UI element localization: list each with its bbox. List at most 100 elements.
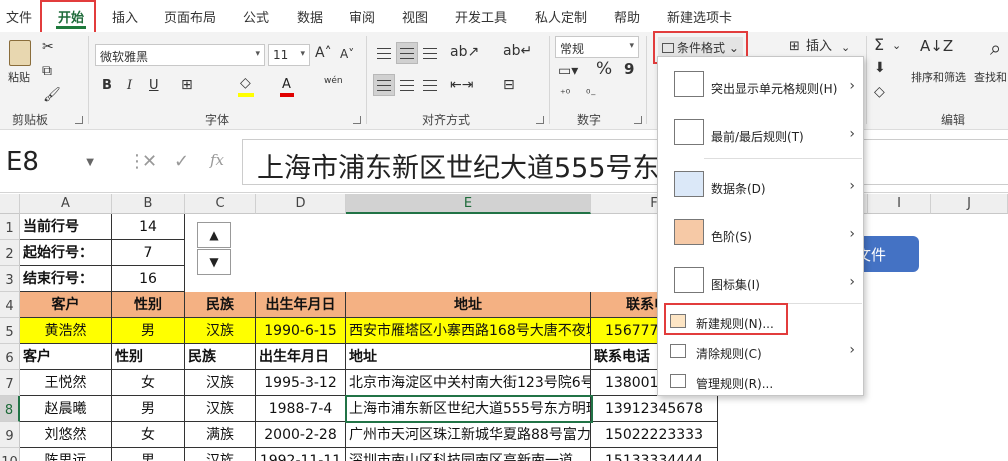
table-cell[interactable]: 深圳市南山区科技园南区高新南一道 (346, 448, 591, 461)
tab-insert[interactable]: 插入 (112, 7, 138, 26)
table-cell[interactable]: 15133334444 (591, 448, 718, 461)
indent-icon[interactable]: ⇤⇥ (450, 78, 473, 92)
header-customer[interactable]: 客户 (20, 292, 112, 318)
subheader-customer[interactable]: 客户 (20, 344, 112, 370)
table-cell[interactable]: 15022223333 (591, 422, 718, 448)
fill-color-icon[interactable]: ◇ (240, 76, 251, 90)
clipboard-launcher-icon[interactable] (75, 116, 83, 124)
italic-button[interactable]: I (127, 79, 132, 92)
format-painter-icon[interactable]: 🖌 (43, 88, 61, 102)
row-header-8[interactable]: 8 (0, 396, 20, 422)
autosum-dropdown-icon[interactable]: ⌄ (892, 40, 901, 51)
subheader-ethnicity[interactable]: 民族 (185, 344, 256, 370)
table-cell[interactable]: 1995-3-12 (256, 370, 346, 396)
grow-font-icon[interactable]: A˄ (315, 46, 332, 60)
align-top-icon[interactable] (373, 42, 395, 64)
font-size-select[interactable]: 11 ▾ (268, 44, 310, 66)
menu-item-clear-rules[interactable]: 清除规则(C) › (658, 337, 863, 365)
border-icon[interactable]: ⊞ (181, 78, 193, 92)
insert-cells-label[interactable]: 插入 (806, 40, 832, 53)
table-cell[interactable]: 王悦然 (20, 370, 112, 396)
table-cell[interactable]: 1992-11-11 (256, 448, 346, 461)
column-header-d[interactable]: D (256, 194, 346, 214)
row-header-4[interactable]: 4 (0, 292, 20, 318)
value-start-row[interactable]: 7 (112, 240, 185, 266)
header-address[interactable]: 地址 (346, 292, 591, 318)
menu-item-top-bottom[interactable]: 最前/最后规则(T) › (658, 111, 863, 155)
sort-filter-label[interactable]: 排序和筛选 (911, 72, 966, 83)
table-cell[interactable]: 男 (112, 448, 185, 461)
copy-icon[interactable]: ⧉ (42, 64, 52, 78)
font-name-select[interactable]: 微软雅黑 ▾ (95, 44, 265, 66)
tab-page-layout[interactable]: 页面布局 (164, 7, 216, 26)
table-cell[interactable]: 1988-7-4 (256, 396, 346, 422)
align-bottom-icon[interactable] (419, 42, 441, 64)
enter-icon[interactable]: ✓ (174, 151, 189, 172)
menu-item-manage-rules[interactable]: 管理规则(R)... (658, 367, 863, 395)
font-color-icon[interactable]: A (282, 78, 291, 91)
column-header-a[interactable]: A (20, 194, 112, 214)
merge-cells-icon[interactable]: ⊟ (503, 78, 515, 92)
menu-item-data-bars[interactable]: 数据条(D) › (658, 162, 863, 208)
column-header-c[interactable]: C (185, 194, 256, 214)
tab-formulas[interactable]: 公式 (243, 7, 269, 26)
increase-decimal-icon[interactable]: ⁺⁰ (560, 88, 570, 99)
table-cell[interactable]: 女 (112, 370, 185, 396)
table-cell[interactable]: 满族 (185, 422, 256, 448)
insert-cells-icon[interactable]: ⊞ (789, 40, 800, 53)
table-cell[interactable]: 北京市海淀区中关村南大街123号院6号楼 (346, 370, 591, 396)
fill-icon[interactable]: ⬇ (874, 61, 886, 75)
table-cell[interactable]: 2000-2-28 (256, 422, 346, 448)
align-middle-icon[interactable] (396, 42, 418, 64)
subheader-address[interactable]: 地址 (346, 344, 591, 370)
tab-developer[interactable]: 开发工具 (455, 7, 507, 26)
insert-function-icon[interactable]: fx (210, 151, 224, 169)
subheader-birthdate[interactable]: 出生年月日 (256, 344, 346, 370)
menu-item-color-scales[interactable]: 色阶(S) › (658, 210, 863, 256)
column-header-i[interactable]: I (868, 194, 931, 214)
row-header-3[interactable]: 3 (0, 266, 20, 292)
table-cell[interactable]: 汉族 (185, 370, 256, 396)
subheader-gender[interactable]: 性别 (112, 344, 185, 370)
tab-data[interactable]: 数据 (297, 7, 323, 26)
paste-label[interactable]: 粘贴 (8, 72, 30, 83)
header-gender[interactable]: 性别 (112, 292, 185, 318)
table-cell[interactable]: 广州市天河区珠江新城华夏路88号富力盈凯广场 (346, 422, 591, 448)
insert-dropdown-icon[interactable]: ⌄ (841, 42, 850, 53)
currency-icon[interactable]: ▭▾ (558, 64, 578, 78)
value-end-row[interactable]: 16 (112, 266, 185, 292)
bold-button[interactable]: B (102, 79, 112, 92)
table-cell[interactable]: 汉族 (185, 448, 256, 461)
shrink-font-icon[interactable]: A˅ (340, 48, 354, 60)
column-header-j[interactable]: J (931, 194, 1008, 214)
table-cell[interactable]: 男 (112, 396, 185, 422)
tab-help[interactable]: 帮助 (614, 7, 640, 26)
tab-custom[interactable]: 私人定制 (535, 7, 587, 26)
table-cell[interactable]: 1990-6-15 (256, 318, 346, 344)
spin-down-button[interactable]: ▼ (197, 249, 231, 275)
tab-new[interactable]: 新建选项卡 (667, 7, 732, 26)
value-current-row[interactable]: 14 (112, 214, 185, 240)
cancel-icon[interactable]: ✕ (142, 151, 157, 172)
header-birthdate[interactable]: 出生年月日 (256, 292, 346, 318)
align-left-icon[interactable] (373, 74, 395, 96)
align-right-icon[interactable] (419, 74, 441, 96)
table-cell[interactable]: 刘悠然 (20, 422, 112, 448)
autosum-icon[interactable]: Σ (874, 37, 884, 53)
orientation-icon[interactable]: ab↗ (450, 45, 479, 59)
row-header-9[interactable]: 9 (0, 422, 20, 448)
find-select-label[interactable]: 查找和 (974, 72, 1007, 83)
wrap-text-icon[interactable]: ab↵ (503, 44, 532, 58)
tab-review[interactable]: 审阅 (349, 7, 375, 26)
table-cell[interactable]: 13912345678 (591, 396, 718, 422)
underline-button[interactable]: U (149, 79, 159, 92)
comma-button[interactable]: 9 (624, 62, 634, 77)
row-header-7[interactable]: 7 (0, 370, 20, 396)
clear-icon[interactable]: ◇ (874, 85, 885, 99)
align-center-icon[interactable] (396, 74, 418, 96)
label-end-row[interactable]: 结束行号： (20, 266, 112, 292)
table-row[interactable]: 黄浩然 (20, 318, 112, 344)
formula-input[interactable]: 上海市浦东新区世纪大道555号东方明珠大厦15层 (242, 139, 1008, 185)
tab-file[interactable]: 文件 (6, 7, 32, 26)
table-cell[interactable]: 女 (112, 422, 185, 448)
